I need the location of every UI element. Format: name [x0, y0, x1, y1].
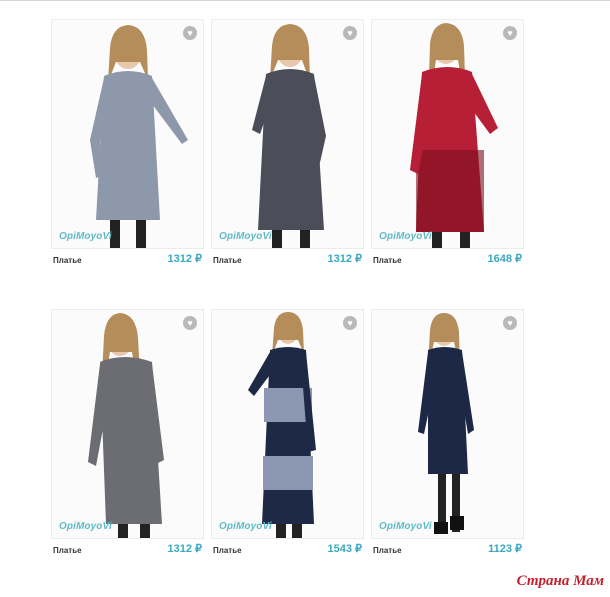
product-price: 1123 ₽ [488, 543, 522, 555]
brand-logo: OpiMoyoVi [59, 231, 112, 242]
dress-illustration [248, 312, 316, 538]
product-card[interactable]: ♥ OpiMoyoVi Платье 1648 ₽ [371, 19, 524, 269]
product-card[interactable]: ♥ OpiMoyoVi Платье 1123 ₽ [371, 309, 524, 559]
dress-illustration [88, 313, 164, 538]
product-name[interactable]: Платье [53, 256, 82, 265]
product-card[interactable]: ♥ OpiMoyoVi Платье 1312 ₽ [211, 19, 364, 269]
product-photo[interactable]: ♥ OpiMoyoVi [51, 19, 204, 249]
product-price: 1648 ₽ [487, 253, 522, 265]
heart-icon[interactable]: ♥ [503, 26, 517, 40]
heart-icon[interactable]: ♥ [343, 316, 357, 330]
product-price: 1312 ₽ [167, 543, 202, 555]
product-photo[interactable]: ♥ OpiMoyoVi [211, 19, 364, 249]
brand-logo: OpiMoyoVi [59, 521, 112, 532]
heart-icon[interactable]: ♥ [343, 26, 357, 40]
product-card[interactable]: ♥ OpiMoyoVi Платье 1312 ₽ [51, 309, 204, 559]
dress-illustration [410, 23, 498, 248]
brand-logo: OpiMoyoVi [219, 231, 272, 242]
product-card[interactable]: ♥ OpiMoyoVi Платье 1312 ₽ [51, 19, 204, 269]
product-photo[interactable]: ♥ OpiMoyoVi [211, 309, 364, 539]
brand-logo: OpiMoyoVi [379, 521, 432, 532]
product-name[interactable]: Платье [213, 256, 242, 265]
top-divider [0, 0, 610, 1]
heart-icon[interactable]: ♥ [183, 316, 197, 330]
product-name[interactable]: Платье [373, 546, 402, 555]
product-price: 1543 ₽ [327, 543, 362, 555]
brand-logo: OpiMoyoVi [219, 521, 272, 532]
dress-illustration [252, 24, 326, 248]
product-photo[interactable]: ♥ OpiMoyoVi [51, 309, 204, 539]
site-watermark: Страна Мам [516, 573, 604, 589]
dress-illustration [418, 313, 474, 534]
product-name[interactable]: Платье [373, 256, 402, 265]
product-price: 1312 ₽ [327, 253, 362, 265]
product-photo[interactable]: ♥ OpiMoyoVi [371, 309, 524, 539]
product-name[interactable]: Платье [53, 546, 82, 555]
product-photo[interactable]: ♥ OpiMoyoVi [371, 19, 524, 249]
product-card[interactable]: ♥ OpiMoyoVi Платье 1543 ₽ [211, 309, 364, 559]
dress-illustration [90, 25, 188, 248]
product-name[interactable]: Платье [213, 546, 242, 555]
heart-icon[interactable]: ♥ [183, 26, 197, 40]
heart-icon[interactable]: ♥ [503, 316, 517, 330]
brand-logo: OpiMoyoVi [379, 231, 432, 242]
product-price: 1312 ₽ [167, 253, 202, 265]
